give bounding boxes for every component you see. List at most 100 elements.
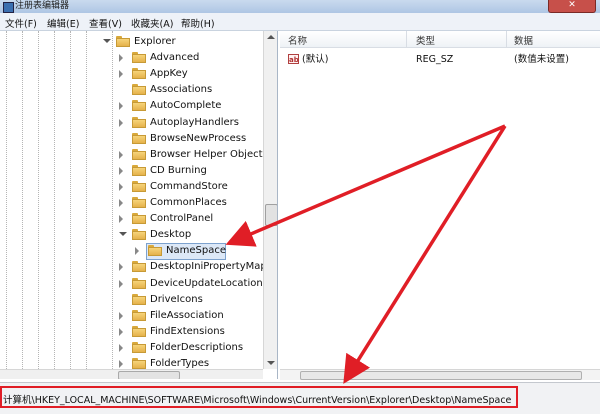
expanded-triangle-icon[interactable] [103,39,111,43]
tree-item-label: Associations [150,84,213,96]
tree-item-autoplayhandlers[interactable]: AutoplayHandlers [0,115,266,131]
tree-item-label: DriveIcons [150,293,203,305]
tree-item-deviceupdatelocations[interactable]: DeviceUpdateLocations [0,276,268,292]
collapsed-triangle-icon[interactable] [119,360,123,368]
tree-item-label: Advanced [150,52,200,64]
collapsed-triangle-icon[interactable] [119,279,123,288]
tree-hscroll-thumb[interactable] [118,371,180,379]
tree-item-label: AutoComplete [150,100,222,112]
collapsed-triangle-icon[interactable] [119,182,123,191]
folder-icon [132,164,146,176]
tree-item-label: Browser Helper Objects [150,148,268,160]
title-bar: 注册表编辑器 ✕ [0,0,600,13]
menu-favorites[interactable]: 收藏夹(A) [131,16,173,30]
tree-item-label: FindExtensions [150,325,225,337]
tree-item-label: BrowseNewProcess [150,132,247,144]
tree-item-explorer[interactable]: Explorer [0,34,266,50]
tree-item-folderdescriptions[interactable]: FolderDescriptions [0,340,266,356]
tree-item-label: AppKey [150,68,188,80]
collapsed-triangle-icon[interactable] [119,311,123,320]
status-bar: 计算机\HKEY_LOCAL_MACHINE\SOFTWARE\Microsof… [0,382,600,414]
menu-file[interactable]: 文件(F) [5,16,37,30]
tree-vertical-scrollbar[interactable] [263,31,277,369]
list-hscroll-thumb[interactable] [300,371,582,380]
value-data: (数值未设置) [514,54,569,65]
tree-item-desktopinipropertymap[interactable]: DesktopIniPropertyMap [0,259,267,275]
folder-icon [132,116,146,128]
collapsed-triangle-icon[interactable] [119,199,123,207]
folder-icon [132,261,146,273]
folder-icon [132,277,146,289]
tree-item-browser-helper-objects[interactable]: Browser Helper Objects [0,147,268,163]
menu-help[interactable]: 帮助(H) [181,16,215,30]
column-header-data[interactable]: 数据 [514,33,533,47]
tree-item-commonplaces[interactable]: CommonPlaces [0,195,266,211]
folder-icon [132,293,146,305]
tree-item-autocomplete[interactable]: AutoComplete [0,98,266,114]
tree-item-driveicons[interactable]: DriveIcons [0,292,266,308]
collapsed-triangle-icon[interactable] [119,343,123,352]
close-button[interactable]: ✕ [548,0,596,13]
menu-edit[interactable]: 编辑(E) [47,16,79,30]
scroll-down-arrow-icon[interactable] [267,361,275,365]
tree-item-browsenewprocess[interactable]: BrowseNewProcess [0,131,266,147]
value-row[interactable]: ab (默认) REG_SZ (数值未设置) [280,53,600,67]
tree-item-label: AutoplayHandlers [150,116,239,128]
list-horizontal-scrollbar[interactable] [280,369,600,380]
tree-item-label: DeviceUpdateLocations [150,277,268,289]
tree-item-label: FolderDescriptions [150,341,244,353]
tree-item-appkey[interactable]: AppKey [0,66,266,82]
registry-tree-pane[interactable]: Explorer Advanced AppKey Associations AutoCo… [0,31,278,379]
scroll-up-arrow-icon[interactable] [267,35,275,39]
collapsed-triangle-icon[interactable] [119,215,123,224]
ab-string-icon: ab [288,54,299,64]
collapsed-triangle-icon[interactable] [119,102,123,111]
expanded-triangle-icon[interactable] [119,232,127,237]
folder-icon [132,180,146,192]
tree-item-commandstore[interactable]: CommandStore [0,179,266,195]
folder-icon [132,229,146,241]
column-header-type[interactable]: 类型 [416,33,435,47]
column-header-name[interactable]: 名称 [288,33,307,47]
tree-item-label: DesktopIniPropertyMap [150,261,267,273]
registry-app-icon [3,2,14,13]
collapsed-triangle-icon[interactable] [119,327,123,336]
tree-item-label: ControlPanel [150,213,214,225]
folder-icon [132,358,146,369]
tree-item-label: CD Burning [150,164,207,176]
values-list-pane[interactable]: 名称 类型 数据 ab (默认) REG_SZ (数值未设置) [280,31,600,380]
tree-item-fileassociation[interactable]: FileAssociation [0,308,266,324]
tree-horizontal-scrollbar[interactable] [0,369,263,379]
folder-icon [132,341,146,353]
tree-item-advanced[interactable]: Advanced [0,50,266,66]
folder-icon [132,213,146,225]
folder-icon [132,100,146,112]
tree-item-label: CommandStore [150,180,228,192]
column-divider[interactable] [506,31,507,47]
folder-icon [132,132,146,144]
collapsed-triangle-icon[interactable] [119,54,123,63]
collapsed-triangle-icon[interactable] [135,247,139,256]
column-divider[interactable] [406,31,407,47]
collapsed-triangle-icon[interactable] [119,70,123,79]
menu-view[interactable]: 查看(V) [89,16,122,30]
tree-item-desktop[interactable]: Desktop [0,227,266,243]
tree-item-namespace[interactable]: NameSpace [0,243,266,261]
collapsed-triangle-icon[interactable] [119,150,123,159]
tree-item-label: Desktop [150,229,192,241]
collapsed-triangle-icon[interactable] [119,166,123,175]
folder-icon [132,68,146,80]
collapsed-triangle-icon[interactable] [119,118,123,127]
tree-item-controlpanel[interactable]: ControlPanel [0,211,266,227]
folder-icon [148,245,162,257]
tree-item-label: FileAssociation [150,309,224,321]
folder-icon [132,84,146,96]
tree-scroll-thumb[interactable] [265,204,277,226]
collapsed-triangle-icon[interactable] [119,263,123,272]
tree-item-findextensions[interactable]: FindExtensions [0,324,266,340]
tree-item-label: Explorer [134,36,176,47]
tree-item-associations[interactable]: Associations [0,82,266,98]
value-name: (默认) [302,54,329,65]
tree-item-label: CommonPlaces [150,197,227,208]
tree-item-cd-burning[interactable]: CD Burning [0,163,266,179]
